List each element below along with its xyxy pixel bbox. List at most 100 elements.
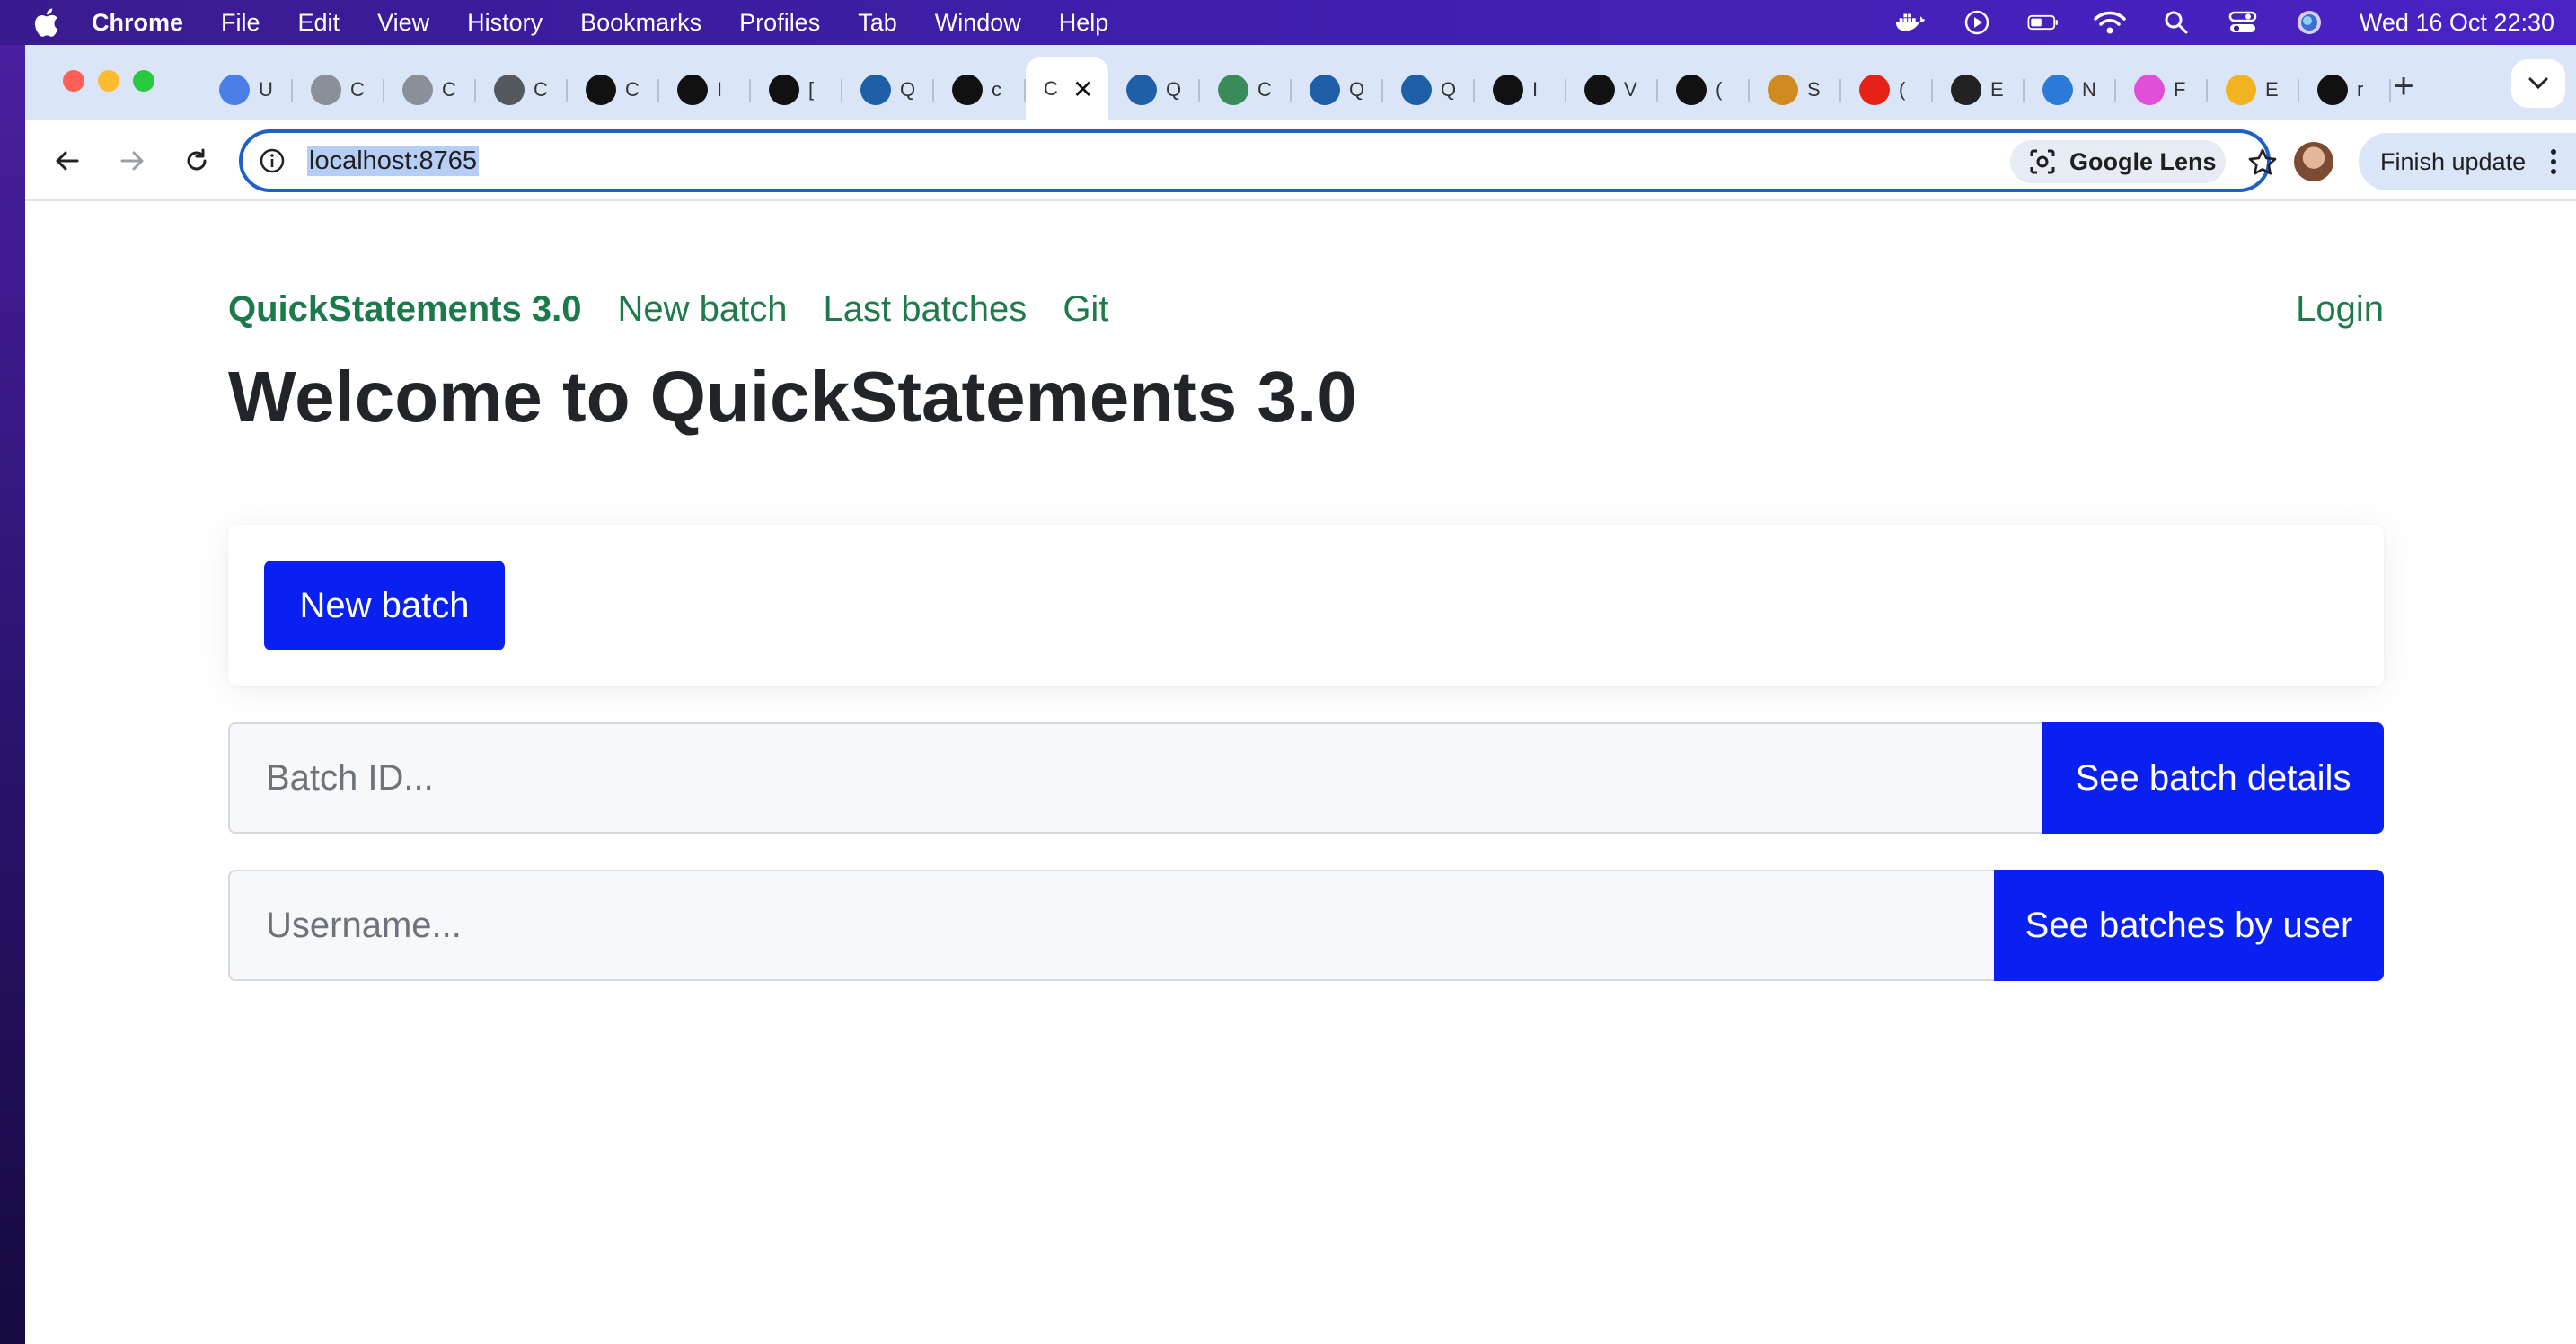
address-bar-url[interactable]: localhost:8765 [307, 146, 480, 176]
github-icon [677, 75, 708, 105]
browser-tab[interactable]: C [476, 63, 568, 117]
menu-app-name[interactable]: Chrome [92, 9, 183, 37]
window-controls [63, 70, 154, 92]
browser-tab[interactable]: F [2116, 63, 2208, 117]
browser-tab[interactable]: E [2208, 63, 2299, 117]
see-batch-details-button[interactable]: See batch details [2042, 722, 2384, 834]
tab-title: C [1044, 77, 1058, 100]
nav-link-login[interactable]: Login [2296, 282, 2384, 336]
tab-active[interactable]: C ✕ [1026, 57, 1108, 120]
profile-avatar[interactable] [2294, 142, 2333, 181]
nav-link-new-batch[interactable]: New batch [618, 289, 788, 330]
browser-tab[interactable]: [ [751, 63, 842, 117]
browser-tab[interactable]: V [1566, 63, 1658, 117]
new-tab-button[interactable]: + [2378, 61, 2429, 111]
browser-tab[interactable]: U [201, 63, 293, 117]
new-batch-card: New batch [228, 525, 2384, 686]
globe-icon [311, 75, 341, 105]
menu-edit[interactable]: Edit [298, 9, 340, 37]
menu-tab[interactable]: Tab [858, 9, 897, 37]
browser-tab[interactable]: ( [1658, 63, 1750, 117]
creative-commons-icon [586, 75, 616, 105]
wikidata-icon [1401, 75, 1432, 105]
tab-title: Q [1349, 78, 1363, 101]
battery-icon[interactable] [2027, 9, 2060, 36]
reload-icon [187, 148, 207, 171]
browser-tab[interactable]: C [568, 63, 659, 117]
more-menu-icon [2551, 149, 2557, 174]
docs-icon [219, 75, 250, 105]
batch-id-input[interactable]: Batch ID... [228, 722, 2042, 834]
browser-tab[interactable]: C [293, 63, 384, 117]
browser-tab[interactable]: E [1933, 63, 2025, 117]
back-button[interactable] [45, 138, 90, 183]
tab-title: Q [900, 78, 914, 101]
openai-icon [1951, 75, 1981, 105]
browser-tab[interactable]: S [1750, 63, 1841, 117]
tab-title: E [1990, 78, 2004, 101]
browser-tab[interactable]: C [384, 63, 476, 117]
menu-file[interactable]: File [221, 9, 260, 37]
finish-update-button[interactable]: Finish update [2359, 133, 2576, 190]
tab-title: [ [808, 78, 815, 101]
figma-icon [2134, 75, 2165, 105]
menu-bar-clock[interactable]: Wed 16 Oct 22:30 [2360, 9, 2554, 37]
minimize-window-button[interactable] [98, 70, 119, 92]
nav-link-last-batches[interactable]: Last batches [823, 289, 1027, 330]
browser-tab[interactable]: r [2299, 63, 2391, 117]
bookmark-star-button[interactable] [2242, 142, 2283, 183]
wifi-icon[interactable] [2094, 9, 2126, 36]
google-lens-button[interactable]: Google Lens [2010, 140, 2226, 183]
github-icon [1676, 75, 1707, 105]
browser-tab[interactable]: N [2025, 63, 2116, 117]
browser-tab[interactable]: c [934, 63, 1026, 117]
close-tab-icon[interactable]: ✕ [1072, 75, 1093, 104]
tab-title: ( [1899, 78, 1906, 101]
browser-tab[interactable]: C [1200, 63, 1292, 117]
see-batches-by-user-button[interactable]: See batches by user [1994, 870, 2384, 981]
apple-icon[interactable] [32, 7, 59, 38]
edge-icon [2042, 75, 2073, 105]
menu-view[interactable]: View [377, 9, 429, 37]
browser-tab[interactable]: Q [1108, 63, 1200, 117]
tab-title: E [2265, 78, 2279, 101]
browser-tab[interactable]: Q [1383, 63, 1475, 117]
spotlight-search-icon[interactable] [2160, 9, 2192, 36]
menu-bookmarks[interactable]: Bookmarks [580, 9, 701, 37]
tab-title: U [259, 78, 273, 101]
macos-menu-bar: Chrome File Edit View History Bookmarks … [0, 0, 2576, 45]
browser-tab[interactable]: I [659, 63, 751, 117]
menu-help[interactable]: Help [1059, 9, 1109, 37]
siri-icon[interactable] [2293, 9, 2325, 36]
username-input[interactable]: Username... [228, 870, 1994, 981]
address-bar[interactable]: localhost:8765 Google Lens [239, 129, 2277, 192]
globe-icon [494, 75, 525, 105]
sparkle-icon [2226, 75, 2256, 105]
github-icon [1493, 75, 1523, 105]
navbar-brand[interactable]: QuickStatements 3.0 [228, 289, 582, 330]
reload-button[interactable] [174, 138, 219, 183]
browser-tab[interactable]: ( [1841, 63, 1933, 117]
menu-window[interactable]: Window [935, 9, 1021, 37]
browser-tab[interactable]: Q [842, 63, 934, 117]
browser-tab[interactable]: Q [1292, 63, 1383, 117]
docker-icon[interactable] [1894, 9, 1927, 36]
close-window-button[interactable] [63, 70, 84, 92]
site-info-icon[interactable] [259, 147, 286, 174]
zoom-window-button[interactable] [133, 70, 154, 92]
new-batch-button[interactable]: New batch [264, 561, 505, 650]
tab-title: C [350, 78, 365, 101]
tab-title: ( [1716, 78, 1723, 101]
tab-search-button[interactable] [2511, 59, 2565, 108]
wikidata-icon [860, 75, 891, 105]
menu-history[interactable]: History [467, 9, 543, 37]
menu-profiles[interactable]: Profiles [739, 9, 820, 37]
browser-tab[interactable]: I [1475, 63, 1566, 117]
chrome-window: U C C C C I[Qc C ✕ Q C Q Q I V(S(E N F Er + localhost:87… [25, 45, 2576, 1344]
site-navbar: QuickStatements 3.0 New batch Last batch… [228, 282, 2384, 336]
tab-list: U C C C C I[Qc C ✕ Q C Q Q I V(S(E N F Er [201, 57, 2391, 120]
control-center-icon[interactable] [2227, 9, 2259, 36]
nav-link-git[interactable]: Git [1063, 289, 1108, 330]
forward-button[interactable] [110, 138, 154, 183]
play-circle-icon[interactable] [1961, 9, 1993, 36]
